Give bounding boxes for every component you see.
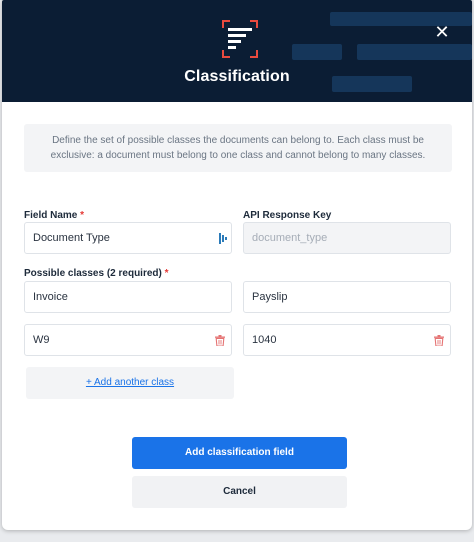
close-icon[interactable]: ✕: [432, 22, 452, 42]
password-manager-icon[interactable]: [219, 233, 227, 244]
header-decoration: [357, 44, 472, 60]
dialog-header: Classification ✕: [2, 0, 472, 102]
class-value: W9: [33, 334, 50, 346]
required-mark: *: [164, 268, 169, 279]
add-classification-field-button[interactable]: Add classification field: [132, 437, 347, 469]
class-input[interactable]: Invoice: [24, 281, 232, 313]
field-name-value: Document Type: [33, 232, 110, 244]
field-name-label-text: Field Name: [24, 210, 78, 221]
class-input[interactable]: 1040: [243, 324, 451, 356]
class-value: 1040: [252, 334, 277, 346]
class-value: Payslip: [252, 291, 288, 303]
required-mark: *: [80, 210, 85, 221]
dialog-title: Classification: [184, 68, 290, 85]
trash-icon[interactable]: [215, 335, 225, 346]
description-text: Define the set of possible classes the d…: [24, 124, 452, 172]
api-key-placeholder: document_type: [252, 232, 328, 244]
classes-label-text: Possible classes (2 required): [24, 268, 162, 279]
classification-logo-icon: [222, 20, 258, 58]
trash-icon[interactable]: [434, 335, 444, 346]
add-class-link[interactable]: + Add another class: [26, 367, 234, 399]
field-name-label: Field Name *: [24, 210, 84, 221]
field-name-input[interactable]: Document Type: [24, 222, 232, 254]
classes-label: Possible classes (2 required) *: [24, 268, 169, 279]
class-value: Invoice: [33, 291, 68, 303]
classification-dialog: Classification ✕ Define the set of possi…: [2, 0, 472, 530]
api-key-input: document_type: [243, 222, 451, 254]
cancel-button[interactable]: Cancel: [132, 476, 347, 508]
api-key-label: API Response Key: [243, 210, 332, 221]
class-input[interactable]: Payslip: [243, 281, 451, 313]
header-decoration: [292, 44, 342, 60]
class-input[interactable]: W9: [24, 324, 232, 356]
